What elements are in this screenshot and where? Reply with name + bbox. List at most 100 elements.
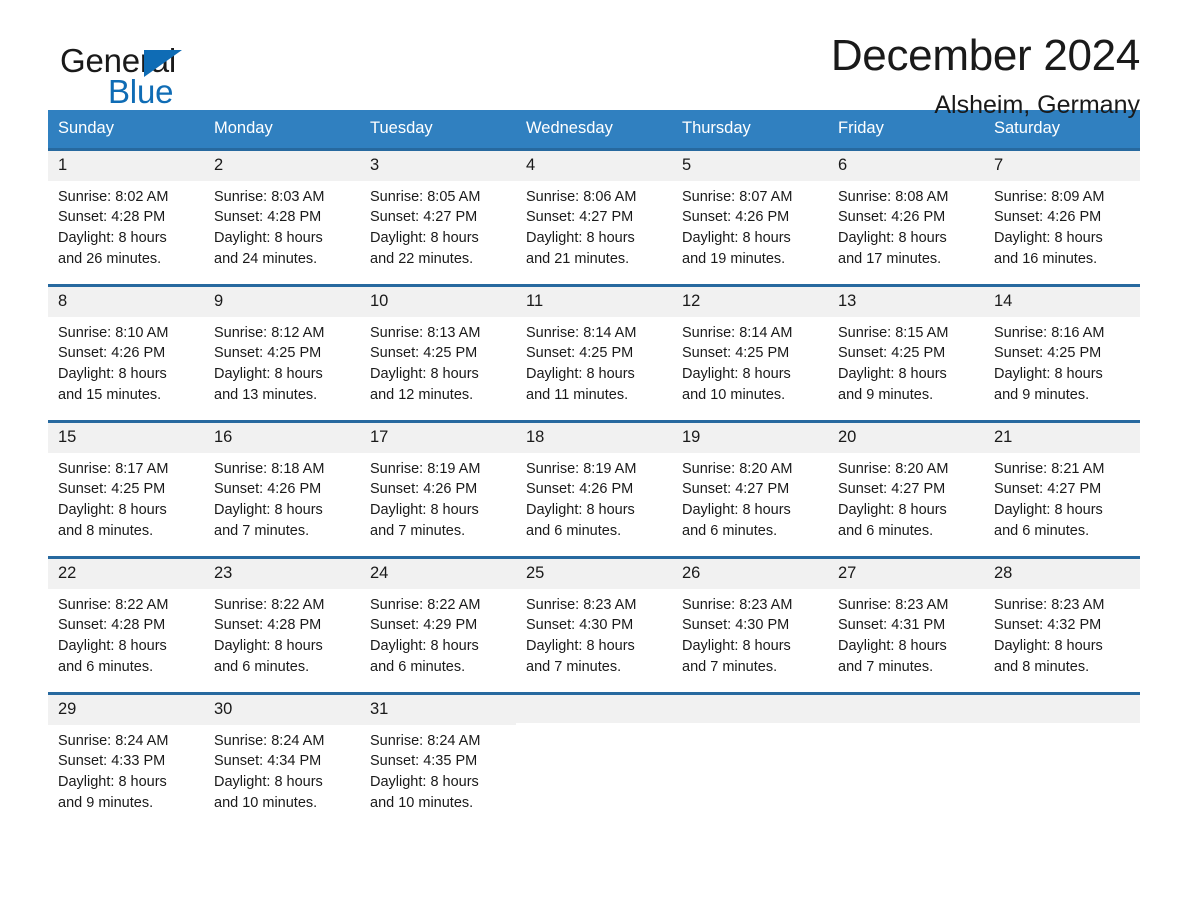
calendar-day-cell[interactable]: 13 Sunrise: 8:15 AM Sunset: 4:25 PM Dayligh… — [828, 286, 984, 407]
daylight-text-line1: Daylight: 8 hours — [214, 365, 323, 382]
calendar-week-row: 29 Sunrise: 8:24 AM Sunset: 4:33 PM Dayligh… — [48, 691, 1140, 815]
sunrise-text: Sunrise: 8:18 AM — [214, 460, 325, 477]
sunset-text: Sunset: 4:27 PM — [838, 481, 946, 498]
calendar-day-cell[interactable]: 18 Sunrise: 8:19 AM Sunset: 4:26 PM Dayligh… — [516, 422, 672, 543]
daylight-text-line2: and 8 minutes. — [58, 522, 154, 539]
calendar-day-cell[interactable]: 12 Sunrise: 8:14 AM Sunset: 4:25 PM Dayligh… — [672, 286, 828, 407]
calendar-day-cell[interactable]: 17 Sunrise: 8:19 AM Sunset: 4:26 PM Dayligh… — [360, 422, 516, 543]
calendar-day-cell[interactable]: 6 Sunrise: 8:08 AM Sunset: 4:26 PM Daylight… — [828, 150, 984, 271]
calendar-day-cell[interactable]: 5 Sunrise: 8:07 AM Sunset: 4:26 PM Daylight… — [672, 150, 828, 271]
day-number — [828, 694, 984, 723]
calendar-day-cell[interactable]: 22 Sunrise: 8:22 AM Sunset: 4:28 PM Dayligh… — [48, 558, 204, 679]
daylight-text-line2: and 8 minutes. — [994, 658, 1090, 675]
sunset-text: Sunset: 4:25 PM — [214, 345, 322, 362]
daylight-text-line1: Daylight: 8 hours — [682, 365, 791, 382]
day-details: Sunrise: 8:24 AM Sunset: 4:33 PM Daylight:… — [48, 725, 204, 813]
daylight-text-line2: and 7 minutes. — [214, 522, 310, 539]
weekday-wednesday: Wednesday — [526, 119, 613, 137]
calendar-day-cell[interactable]: 8 Sunrise: 8:10 AM Sunset: 4:26 PM Daylight… — [48, 286, 204, 407]
calendar-day-cell[interactable]: 2 Sunrise: 8:03 AM Sunset: 4:28 PM Daylight… — [204, 150, 360, 271]
day-details: Sunrise: 8:14 AM Sunset: 4:25 PM Daylight:… — [672, 317, 828, 405]
sunrise-text: Sunrise: 8:22 AM — [370, 596, 481, 613]
daylight-text-line2: and 7 minutes. — [370, 522, 466, 539]
daylight-text-line2: and 11 minutes. — [526, 386, 629, 403]
sunrise-text: Sunrise: 8:06 AM — [526, 188, 637, 205]
day-number: 3 — [360, 150, 516, 181]
day-details: Sunrise: 8:18 AM Sunset: 4:26 PM Daylight:… — [204, 453, 360, 541]
sunrise-text: Sunrise: 8:05 AM — [370, 188, 481, 205]
sunset-text: Sunset: 4:25 PM — [526, 345, 634, 362]
day-number: 12 — [672, 286, 828, 317]
daylight-text-line2: and 21 minutes. — [526, 250, 630, 267]
day-number: 25 — [516, 558, 672, 589]
day-details: Sunrise: 8:23 AM Sunset: 4:30 PM Daylight:… — [516, 589, 672, 677]
calendar-day-cell[interactable]: 27 Sunrise: 8:23 AM Sunset: 4:31 PM Dayligh… — [828, 558, 984, 679]
calendar-day-cell[interactable]: 19 Sunrise: 8:20 AM Sunset: 4:27 PM Dayligh… — [672, 422, 828, 543]
day-details: Sunrise: 8:15 AM Sunset: 4:25 PM Daylight:… — [828, 317, 984, 405]
general-blue-logo[interactable]: General Blue — [48, 44, 248, 110]
daylight-text-line2: and 22 minutes. — [370, 250, 474, 267]
sunset-text: Sunset: 4:32 PM — [994, 617, 1102, 634]
daylight-text-line2: and 7 minutes. — [526, 658, 622, 675]
sunrise-text: Sunrise: 8:12 AM — [214, 324, 325, 341]
calendar-day-cell[interactable]: 10 Sunrise: 8:13 AM Sunset: 4:25 PM Dayligh… — [360, 286, 516, 407]
day-number: 20 — [828, 422, 984, 453]
calendar-day-cell[interactable]: 20 Sunrise: 8:20 AM Sunset: 4:27 PM Dayligh… — [828, 422, 984, 543]
calendar-day-cell[interactable]: 31 Sunrise: 8:24 AM Sunset: 4:35 PM Dayligh… — [360, 694, 516, 815]
calendar-day-cell[interactable]: 28 Sunrise: 8:23 AM Sunset: 4:32 PM Dayligh… — [984, 558, 1140, 679]
calendar-day-cell[interactable]: 26 Sunrise: 8:23 AM Sunset: 4:30 PM Dayligh… — [672, 558, 828, 679]
calendar-day-cell-empty — [828, 694, 984, 815]
calendar-day-cell[interactable]: 25 Sunrise: 8:23 AM Sunset: 4:30 PM Dayligh… — [516, 558, 672, 679]
sunset-text: Sunset: 4:27 PM — [526, 209, 634, 226]
day-number: 31 — [360, 694, 516, 725]
day-details: Sunrise: 8:05 AM Sunset: 4:27 PM Daylight:… — [360, 181, 516, 269]
calendar-day-cell-empty — [984, 694, 1140, 815]
sunset-text: Sunset: 4:27 PM — [994, 481, 1102, 498]
weekday-monday: Monday — [214, 119, 273, 137]
daylight-text-line2: and 13 minutes. — [214, 386, 318, 403]
calendar-day-cell[interactable]: 21 Sunrise: 8:21 AM Sunset: 4:27 PM Dayligh… — [984, 422, 1140, 543]
daylight-text-line2: and 19 minutes. — [682, 250, 786, 267]
day-number: 21 — [984, 422, 1140, 453]
calendar-day-cell[interactable]: 7 Sunrise: 8:09 AM Sunset: 4:26 PM Daylight… — [984, 150, 1140, 271]
daylight-text-line1: Daylight: 8 hours — [526, 365, 635, 382]
calendar-day-cell[interactable]: 14 Sunrise: 8:16 AM Sunset: 4:25 PM Dayligh… — [984, 286, 1140, 407]
day-details: Sunrise: 8:23 AM Sunset: 4:32 PM Daylight:… — [984, 589, 1140, 677]
day-details: Sunrise: 8:23 AM Sunset: 4:31 PM Daylight:… — [828, 589, 984, 677]
day-details: Sunrise: 8:19 AM Sunset: 4:26 PM Daylight:… — [360, 453, 516, 541]
day-details: Sunrise: 8:20 AM Sunset: 4:27 PM Daylight:… — [672, 453, 828, 541]
sunset-text: Sunset: 4:30 PM — [682, 617, 790, 634]
calendar-day-cell-empty — [672, 694, 828, 815]
calendar-day-cell[interactable]: 15 Sunrise: 8:17 AM Sunset: 4:25 PM Dayligh… — [48, 422, 204, 543]
calendar-day-cell[interactable]: 1 Sunrise: 8:02 AM Sunset: 4:28 PM Daylight… — [48, 150, 204, 271]
sunset-text: Sunset: 4:26 PM — [994, 209, 1102, 226]
calendar-day-cell[interactable]: 3 Sunrise: 8:05 AM Sunset: 4:27 PM Daylight… — [360, 150, 516, 271]
calendar-day-cell[interactable]: 11 Sunrise: 8:14 AM Sunset: 4:25 PM Dayligh… — [516, 286, 672, 407]
calendar-day-cell[interactable]: 30 Sunrise: 8:24 AM Sunset: 4:34 PM Dayligh… — [204, 694, 360, 815]
page-subtitle: Alsheim, Germany — [934, 90, 1140, 119]
daylight-text-line2: and 16 minutes. — [994, 250, 1098, 267]
daylight-text-line1: Daylight: 8 hours — [58, 637, 167, 654]
calendar-day-cell[interactable]: 9 Sunrise: 8:12 AM Sunset: 4:25 PM Daylight… — [204, 286, 360, 407]
calendar-day-cell[interactable]: 4 Sunrise: 8:06 AM Sunset: 4:27 PM Daylight… — [516, 150, 672, 271]
daylight-text-line1: Daylight: 8 hours — [994, 501, 1103, 518]
day-details: Sunrise: 8:07 AM Sunset: 4:26 PM Daylight:… — [672, 181, 828, 269]
calendar-day-cell[interactable]: 16 Sunrise: 8:18 AM Sunset: 4:26 PM Dayligh… — [204, 422, 360, 543]
sunrise-text: Sunrise: 8:21 AM — [994, 460, 1105, 477]
title-block: December 2024 Alsheim, Germany — [831, 32, 1140, 120]
sunset-text: Sunset: 4:30 PM — [526, 617, 634, 634]
calendar-day-cell[interactable]: 29 Sunrise: 8:24 AM Sunset: 4:33 PM Dayligh… — [48, 694, 204, 815]
sunrise-text: Sunrise: 8:24 AM — [58, 732, 169, 749]
sunset-text: Sunset: 4:26 PM — [214, 481, 322, 498]
sunrise-text: Sunrise: 8:22 AM — [58, 596, 169, 613]
day-details: Sunrise: 8:08 AM Sunset: 4:26 PM Daylight:… — [828, 181, 984, 269]
sunrise-text: Sunrise: 8:24 AM — [214, 732, 325, 749]
calendar-day-cell[interactable]: 23 Sunrise: 8:22 AM Sunset: 4:28 PM Dayligh… — [204, 558, 360, 679]
sunset-text: Sunset: 4:25 PM — [994, 345, 1102, 362]
calendar-day-cell[interactable]: 24 Sunrise: 8:22 AM Sunset: 4:29 PM Dayligh… — [360, 558, 516, 679]
day-number: 30 — [204, 694, 360, 725]
day-number: 18 — [516, 422, 672, 453]
day-number: 1 — [48, 150, 204, 181]
day-details — [984, 723, 1140, 729]
daylight-text-line2: and 6 minutes. — [370, 658, 466, 675]
